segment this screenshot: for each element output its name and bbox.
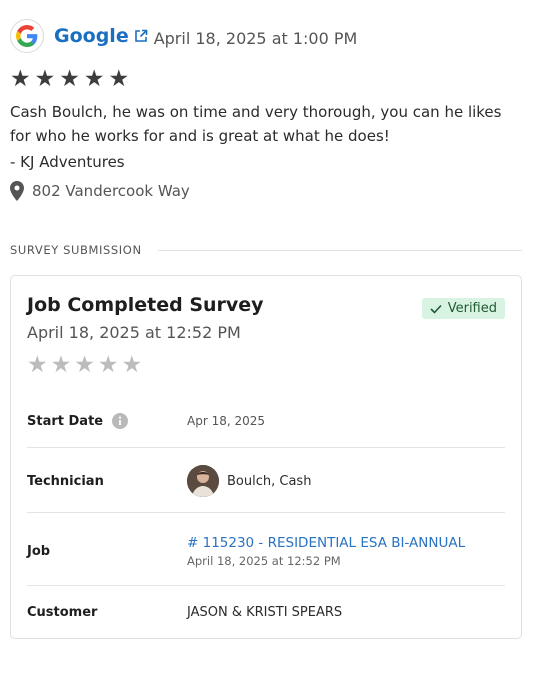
review-location: 802 Vandercook Way — [10, 181, 525, 201]
star-icon: ★ — [108, 66, 130, 92]
review-text: Cash Boulch, he was on time and very tho… — [10, 103, 502, 145]
review-date: April 18, 2025 at 1:00 PM — [153, 28, 358, 48]
start-date-label: Start Date — [27, 413, 104, 429]
review-block: Google April 18, 2025 at 1:00 PM ★ ★ ★ ★… — [10, 18, 525, 201]
survey-star-rating: ★ ★ ★ ★ ★ — [27, 352, 142, 378]
field-row-customer: Customer JASON & KRISTI SPEARS — [27, 601, 505, 623]
map-pin-icon — [10, 181, 24, 201]
verified-badge: Verified — [421, 298, 505, 319]
job-link[interactable]: # 115230 - RESIDENTIAL ESA BI-ANNUAL — [187, 535, 465, 551]
start-date-value: Apr 18, 2025 — [187, 414, 266, 428]
google-logo-icon — [10, 19, 44, 53]
section-divider — [157, 249, 522, 251]
external-link-icon — [134, 29, 148, 43]
star-empty-icon: ★ — [74, 352, 95, 378]
source-name: Google — [54, 25, 129, 47]
survey-title: Job Completed Survey — [27, 294, 264, 316]
technician-name: Boulch, Cash — [227, 473, 312, 489]
star-empty-icon: ★ — [50, 352, 72, 378]
row-divider — [27, 585, 505, 586]
row-divider — [27, 447, 505, 448]
google-source-link[interactable]: Google — [54, 25, 148, 47]
field-row-job: Job # 115230 - RESIDENTIAL ESA BI-ANNUAL… — [27, 531, 505, 571]
star-icon: ★ — [59, 66, 80, 92]
technician-value[interactable]: Boulch, Cash — [187, 465, 311, 497]
review-signature: - KJ Adventures — [10, 153, 125, 171]
survey-card: Job Completed Survey April 18, 2025 at 1… — [10, 275, 522, 639]
row-divider — [27, 512, 505, 513]
check-icon — [430, 304, 442, 314]
section-title: SURVEY SUBMISSION — [10, 243, 142, 257]
review-header: Google April 18, 2025 at 1:00 PM — [10, 18, 525, 54]
avatar — [187, 465, 219, 497]
field-label-start-date: Start Date — [27, 413, 187, 429]
technician-label: Technician — [27, 473, 104, 489]
job-label: Job — [27, 543, 51, 559]
star-empty-icon: ★ — [121, 352, 143, 378]
star-icon: ★ — [10, 66, 31, 92]
section-header: SURVEY SUBMISSION — [10, 243, 522, 257]
info-icon[interactable] — [112, 413, 129, 429]
location-text: 802 Vandercook Way — [32, 182, 190, 200]
field-row-start-date: Start Date Apr 18, 2025 — [27, 410, 505, 432]
review-star-rating: ★ ★ ★ ★ ★ — [10, 67, 525, 91]
field-row-technician: Technician Boulch, Cash — [27, 464, 505, 498]
job-value: # 115230 - RESIDENTIAL ESA BI-ANNUAL Apr… — [187, 535, 465, 568]
customer-label: Customer — [27, 604, 98, 620]
customer-value: JASON & KRISTI SPEARS — [187, 604, 343, 620]
job-date: April 18, 2025 at 12:52 PM — [187, 553, 341, 568]
star-icon: ★ — [34, 66, 56, 92]
verified-label: Verified — [447, 301, 497, 316]
survey-date: April 18, 2025 at 12:52 PM — [27, 323, 241, 342]
star-empty-icon: ★ — [97, 352, 119, 378]
star-empty-icon: ★ — [27, 352, 48, 378]
star-icon: ★ — [83, 66, 105, 92]
